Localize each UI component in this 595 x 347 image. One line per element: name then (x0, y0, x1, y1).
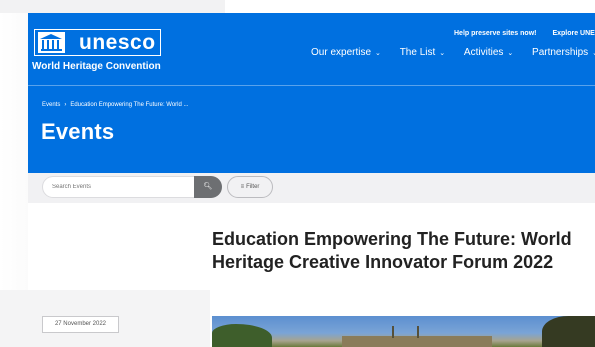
chevron-down-icon: ⌄ (439, 50, 446, 57)
breadcrumb-events[interactable]: Events (42, 102, 60, 108)
spire-shape (417, 326, 419, 338)
event-image (212, 316, 595, 347)
search-icon: 🔍︎ (203, 183, 213, 190)
nav-label: The List (399, 47, 436, 58)
chevron-down-icon: ⌄ (507, 50, 514, 57)
main-nav: Our expertise ⌄ The List ⌄ Activities ⌄ Par… (311, 47, 595, 58)
filter-label: Filter (246, 184, 260, 190)
header-divider (28, 85, 595, 86)
chevron-down-icon: ⌄ (375, 50, 381, 57)
nav-item-the-list[interactable]: The List ⌄ (400, 47, 445, 58)
breadcrumb-current: Education Empowering The Future: World .… (70, 102, 189, 108)
search-button[interactable]: 🔍︎ (194, 176, 222, 198)
nav-label: Partnerships (532, 47, 589, 58)
nav-item-partnerships[interactable]: Partnerships⌄ (532, 47, 595, 58)
nav-label: Our expertise (311, 47, 372, 58)
filter-icon: ≡ (240, 184, 245, 190)
logo-text: unesco (79, 31, 156, 54)
nav-label: Activities (463, 47, 504, 58)
event-date-badge: 27 November 2022 (42, 316, 119, 333)
search-bar: 🔍︎ ≡Filter (28, 173, 595, 203)
help-preserve-link[interactable]: Help preserve sites now! (454, 30, 536, 37)
filter-button[interactable]: ≡ Filter (227, 176, 273, 198)
tree-shape (542, 316, 595, 347)
top-strip-shade (0, 0, 225, 13)
spire-shape (392, 326, 394, 338)
nav-item-activities[interactable]: Activities ⌄ (464, 47, 513, 58)
breadcrumb-separator: › (64, 102, 67, 108)
breadcrumb: Events › Education Empowering The Future: … (42, 102, 189, 108)
top-strip (0, 0, 595, 13)
utility-links: Help preserve sites now! Explore UNE (454, 30, 595, 37)
site-header: unesco World Heritage Convention Help pr… (28, 13, 595, 173)
search-input[interactable] (42, 176, 196, 198)
temple-icon (38, 32, 65, 53)
org-name[interactable]: World Heritage Convention (32, 61, 161, 72)
nav-item-our-expertise[interactable]: Our expertise ⌄ (311, 47, 381, 58)
page-title: Events (41, 119, 115, 144)
explore-link[interactable]: Explore UNE (552, 30, 594, 37)
unesco-logo[interactable]: unesco (34, 29, 161, 56)
event-title: Education Empowering The Future: World H… (212, 229, 572, 272)
tree-shape (212, 324, 272, 347)
